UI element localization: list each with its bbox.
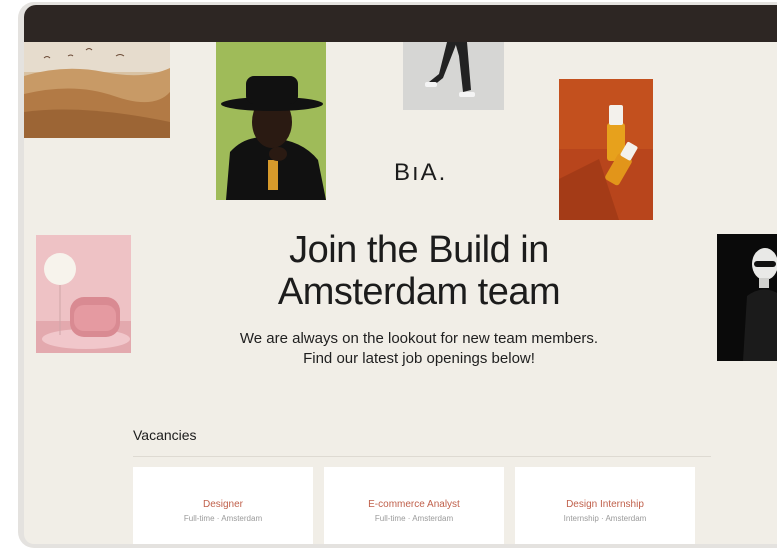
job-card-ecommerce-analyst[interactable]: E-commerce Analyst Full-time · Amsterdam — [324, 467, 504, 544]
vacancies-divider — [133, 456, 711, 457]
job-title: E-commerce Analyst — [368, 499, 460, 510]
job-meta: Full-time · Amsterdam — [374, 514, 454, 523]
intro-text: We are always on the lookout for new tea… — [209, 329, 629, 369]
perfume-bottles-photo — [559, 79, 653, 220]
device-frame: BıA. Join the Build in Amsterdam team We… — [18, 2, 777, 548]
page-title-line-2: Amsterdam team — [277, 271, 561, 313]
statue-photo — [717, 234, 777, 361]
vacancies-heading: Vacancies — [133, 427, 197, 443]
intro-line-2: Find our latest job openings below! — [303, 350, 535, 367]
brand-logo[interactable]: BıA. — [394, 159, 447, 187]
walking-legs-photo — [403, 42, 504, 110]
top-bar — [24, 5, 777, 42]
desert-photo — [24, 42, 170, 138]
job-meta: Internship · Amsterdam — [563, 514, 647, 523]
pink-chair-photo — [36, 235, 131, 353]
job-card-design-internship[interactable]: Design Internship Internship · Amsterdam — [515, 467, 695, 544]
job-title: Designer — [202, 499, 244, 510]
page-title: Join the Build in Amsterdam team — [229, 229, 609, 313]
intro-line-1: We are always on the lookout for new tea… — [239, 330, 599, 347]
browser-screen: BıA. Join the Build in Amsterdam team We… — [24, 5, 777, 544]
job-title: Design Internship — [566, 499, 644, 510]
page-title-line-1: Join the Build in — [289, 229, 549, 271]
job-card-designer[interactable]: Designer Full-time · Amsterdam — [133, 467, 313, 544]
job-meta: Full-time · Amsterdam — [183, 514, 263, 523]
man-with-hat-photo — [216, 42, 326, 200]
